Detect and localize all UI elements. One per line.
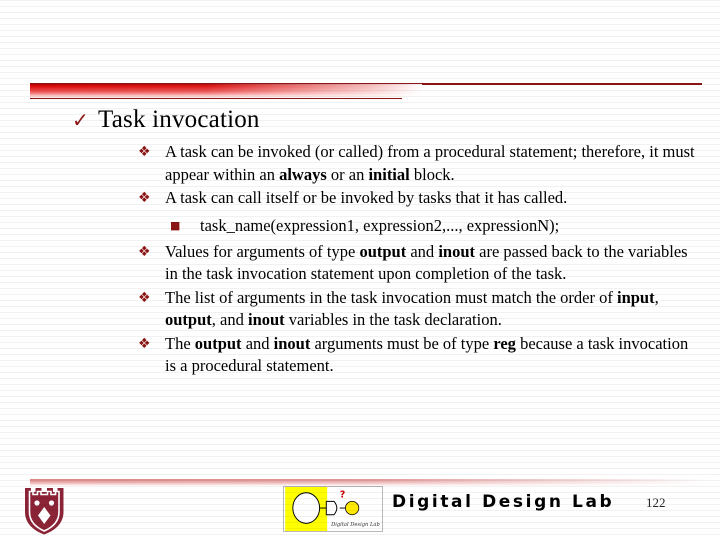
list-item-text: A task can be invoked (or called) from a…	[165, 142, 695, 184]
diamond-cluster-icon: ❖	[138, 335, 151, 352]
svg-text:Digital Design Lab: Digital Design Lab	[330, 522, 380, 528]
list-item: ❖ A task can be invoked (or called) from…	[138, 141, 698, 186]
page-title-text: Task invocation	[98, 106, 260, 133]
list-item: ❖ The output and inout arguments must be…	[138, 333, 698, 378]
list-item: ❖ The list of arguments in the task invo…	[138, 287, 698, 332]
footer-rule	[30, 479, 706, 486]
list-item: ❖ A task can call itself or be invoked b…	[138, 187, 698, 210]
header-under-line	[30, 98, 402, 99]
lab-name-text: Digital Design Lab	[392, 492, 615, 512]
diamond-cluster-icon: ❖	[138, 144, 151, 160]
small-square-icon: ■	[170, 218, 181, 232]
check-mark-icon: ✓	[72, 108, 89, 132]
sub-list-item: ■ task_name(expression1, expression2,...…	[170, 214, 698, 237]
header-rule	[30, 83, 702, 101]
header-gradient-bar	[30, 84, 422, 99]
list-item-text: Values for arguments of type output and …	[165, 241, 688, 284]
page-title: ✓ Task invocation	[72, 106, 260, 134]
sub-list-item-text: task_name(expression1, expression2,..., …	[200, 215, 560, 235]
page-number: 122	[646, 495, 666, 510]
list-item-text: The list of arguments in the task invoca…	[165, 287, 659, 330]
diamond-cluster-icon: ❖	[138, 289, 151, 306]
diamond-cluster-icon: ❖	[138, 190, 151, 206]
list-item: ❖ Values for arguments of type output an…	[138, 241, 698, 286]
bullet-list: ❖ A task can be invoked (or called) from…	[138, 141, 698, 379]
list-item-text: A task can call itself or be invoked by …	[165, 188, 568, 207]
lab-logo-image: ? Digital Design Lab	[283, 486, 383, 532]
university-shield-logo	[21, 486, 68, 536]
diamond-cluster-icon: ❖	[138, 243, 151, 260]
svg-text:?: ?	[340, 490, 346, 501]
slide-canvas: ✓ Task invocation ❖ A task can be invoke…	[0, 0, 720, 540]
list-item-text: The output and inout arguments must be o…	[165, 333, 689, 376]
